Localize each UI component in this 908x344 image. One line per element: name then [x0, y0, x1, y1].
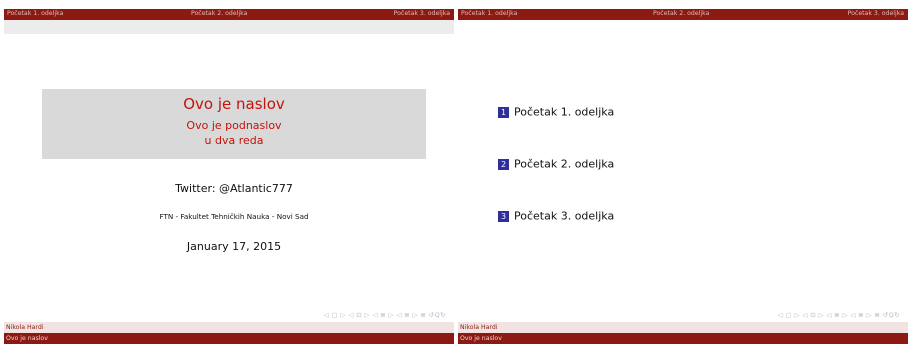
footer-title-bar: Ovo je naslov [4, 333, 454, 344]
section-navigation-bar: Početak 1. odeljka Početak 2. odeljka Po… [4, 9, 454, 20]
presentation-subtitle-line1: Ovo je podnaslov [186, 119, 282, 132]
footer-title: Ovo je naslov [460, 335, 502, 342]
footer-title-bar: Ovo je naslov [458, 333, 908, 344]
subsection-bar [4, 20, 454, 34]
section-link-1[interactable]: Početak 1. odeljka [7, 10, 63, 17]
toc-item-label: Početak 2. odeljka [514, 157, 615, 171]
toc-item-2[interactable]: 2 Početak 2. odeljka [498, 157, 614, 171]
section-navigation-bar: Početak 1. odeljka Početak 2. odeljka Po… [458, 9, 908, 20]
date-line: January 17, 2015 [186, 240, 282, 253]
toc-number-box: 1 [498, 106, 509, 118]
title-box: Ovo je naslov Ovo je podnaslov u dva red… [42, 89, 426, 159]
toc-item-label: Početak 3. odeljka [514, 209, 615, 223]
toc-number-box: 3 [498, 210, 509, 222]
presentation-title: Ovo je naslov [183, 95, 285, 113]
title-slide: Početak 1. odeljka Početak 2. odeljka Po… [4, 0, 454, 344]
footer-title: Ovo je naslov [6, 335, 48, 342]
author-line: Twitter: @Atlantic777 [175, 182, 293, 195]
beamer-navigation-icons[interactable]: ◁ ▢ ▷ ◁ ⊡ ▷ ◁ ≣ ▷ ◁ ≣ ▷ ≣ ↺Q↻ [778, 311, 900, 319]
section-link-2[interactable]: Početak 2. odeljka [191, 10, 247, 17]
section-link-1[interactable]: Početak 1. odeljka [461, 10, 517, 17]
institute-line: FTN - Fakultet Tehničkih Nauka - Novi Sa… [159, 212, 309, 221]
section-link-3[interactable]: Početak 3. odeljka [848, 10, 904, 17]
footer-author-bar: Nikola Hardi [458, 322, 908, 333]
beamer-navigation-icons[interactable]: ◁ ▢ ▷ ◁ ⊡ ▷ ◁ ≣ ▷ ◁ ≣ ▷ ≣ ↺Q↻ [324, 311, 446, 319]
footer-author-bar: Nikola Hardi [4, 322, 454, 333]
toc-item-1[interactable]: 1 Početak 1. odeljka [498, 105, 614, 119]
toc-item-3[interactable]: 3 Početak 3. odeljka [498, 209, 614, 223]
presentation-subtitle-line2: u dva reda [204, 134, 264, 147]
toc-item-label: Početak 1. odeljka [514, 105, 615, 119]
section-link-2[interactable]: Početak 2. odeljka [653, 10, 709, 17]
footer-author: Nikola Hardi [460, 324, 498, 331]
footer-author: Nikola Hardi [6, 324, 44, 331]
toc-slide: Početak 1. odeljka Početak 2. odeljka Po… [458, 0, 908, 344]
toc-number-box: 2 [498, 158, 509, 170]
section-link-3[interactable]: Početak 3. odeljka [394, 10, 450, 17]
